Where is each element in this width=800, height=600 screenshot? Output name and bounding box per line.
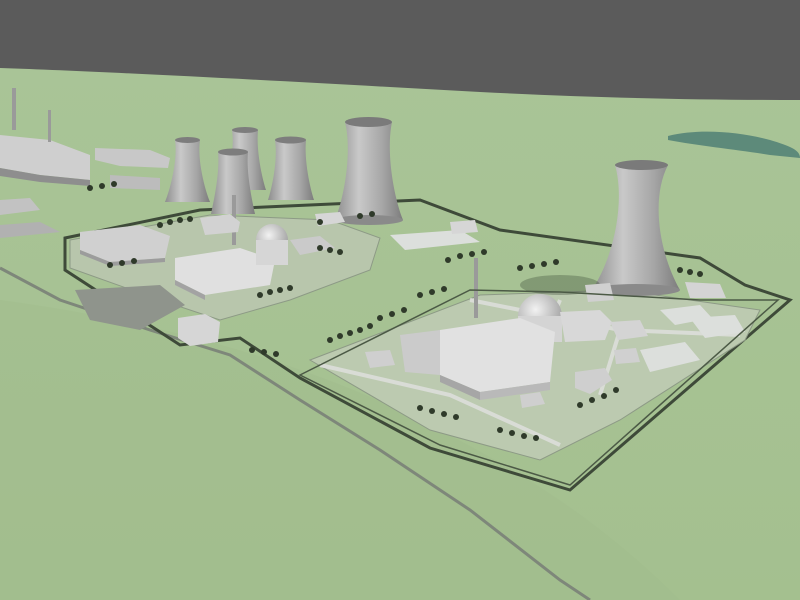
nuclear-plant-render (0, 0, 800, 600)
admin-building (178, 314, 220, 346)
